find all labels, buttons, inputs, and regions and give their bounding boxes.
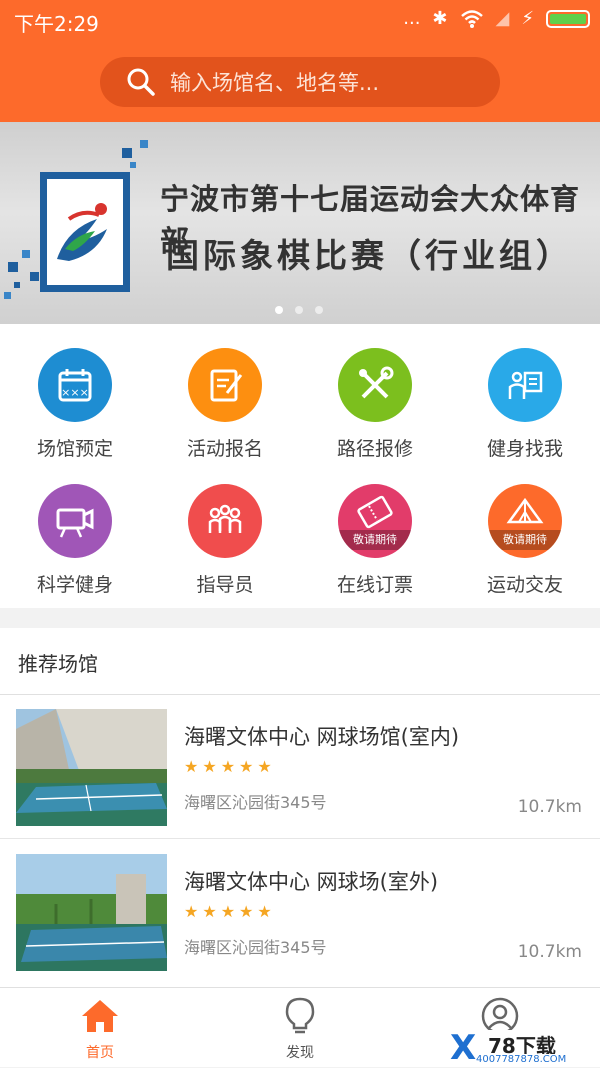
venue-card[interactable]: 海曙文体中心 网球场馆(室内) ★ ★ ★ ★ ★ 海曙区沁园街345号 10.… [0,695,600,839]
venue-thumbnail [16,709,167,826]
venue-distance: 10.7km [517,797,582,817]
tools-icon [338,348,412,422]
grid-item-fitness-finder[interactable]: 健身找我 [450,348,600,461]
carousel-dot-1[interactable] [275,306,283,314]
banner-carousel[interactable]: 宁波市第十七届运动会大众体育部 国际象棋比赛（行业组） [0,122,600,324]
carousel-dot-3[interactable] [315,306,323,314]
tab-discover[interactable]: 发现 [200,988,400,1068]
search-icon [127,68,155,96]
recommended-venues-section: 推荐场馆 海曙文体中心 网球场馆(室内) ★ ★ ★ ★ ★ 海曙区沁园街345… [0,628,600,988]
watermark-url: 4007787878.COM [476,1054,567,1065]
venue-address: 海曙区沁园街345号 [184,793,327,812]
star-icon: ★ [202,902,217,921]
coach-card-icon [488,348,562,422]
people-icon [188,484,262,558]
bluetooth-icon: ✱ [432,8,448,29]
status-time: 下午2:29 [14,12,99,36]
search-placeholder: 输入场馆名、地名等... [170,71,380,95]
tent-icon: 敬请期待 [488,484,562,558]
star-icon: ★ [239,757,254,776]
grid-item-venue-booking[interactable]: ××× 场馆预定 [0,348,150,461]
venue-name: 海曙文体中心 网球场馆(室内) [184,725,460,749]
ticket-icon: 敬请期待 [338,484,412,558]
status-icons: ... ✱ ◢ ⚡ [403,8,590,29]
star-icon: ★ [202,757,217,776]
tab-label: 首页 [86,1045,114,1061]
grid-label: 在线订票 [336,574,413,596]
grid-label: 健身找我 [486,438,563,460]
home-icon [82,1000,118,1032]
divider [0,838,600,839]
grid-label: 场馆预定 [36,438,113,460]
grid-item-sports-friends[interactable]: 敬请期待 运动交友 [450,484,600,597]
star-icon: ★ [257,757,272,776]
tab-label: 发现 [286,1045,314,1061]
venue-address: 海曙区沁园街345号 [184,938,327,957]
video-camera-icon [38,484,112,558]
charging-icon: ⚡ [521,8,534,29]
function-grid: ××× 场馆预定 活动报名 路径报修 健身找我 科学健身 指导员 敬请期待 在线… [0,324,600,608]
signal-icon: ◢ [495,8,510,29]
banner-title-line2: 国际象棋比赛（行业组） [166,236,573,275]
carousel-indicator [275,306,323,314]
grid-item-science-fitness[interactable]: 科学健身 [0,484,150,597]
grid-item-path-repair[interactable]: 路径报修 [300,348,450,461]
venue-distance: 10.7km [517,942,582,962]
more-dots-icon: ... [403,8,421,29]
rating-stars: ★ ★ ★ ★ ★ [184,759,272,775]
grid-label: 指导员 [196,574,254,596]
section-title: 推荐场馆 [18,652,98,676]
star-icon: ★ [239,902,254,921]
venue-name: 海曙文体中心 网球场(室外) [184,870,439,894]
grid-item-instructor[interactable]: 指导员 [150,484,300,597]
games-logo [40,172,130,292]
star-icon: ★ [220,757,236,776]
star-icon: ★ [220,902,236,921]
battery-icon [546,9,590,28]
coming-soon-ribbon: 敬请期待 [488,530,562,550]
grid-item-online-ticket[interactable]: 敬请期待 在线订票 [300,484,450,597]
lightbulb-icon [285,997,315,1034]
venue-thumbnail [16,854,167,971]
star-icon: ★ [184,902,199,921]
status-bar: 下午2:29 ... ✱ ◢ ⚡ [0,0,600,40]
grid-label: 活动报名 [186,438,263,460]
grid-label: 运动交友 [486,574,563,596]
tab-home[interactable]: 首页 [0,988,200,1068]
wifi-icon [460,9,483,28]
rating-stars: ★ ★ ★ ★ ★ [184,904,272,920]
watermark-mark: X [450,1028,477,1068]
star-icon: ★ [257,902,272,921]
watermark: X 78下载 4007787878.COM [448,1028,600,1068]
calendar-icon: ××× [38,348,112,422]
header: 下午2:29 ... ✱ ◢ ⚡ 输入场馆名、地名等... [0,0,600,122]
grid-label: 科学健身 [36,574,113,596]
star-icon: ★ [184,757,199,776]
svg-text:×××: ××× [61,386,89,399]
search-bar[interactable]: 输入场馆名、地名等... [100,57,500,107]
edit-note-icon [188,348,262,422]
coming-soon-ribbon: 敬请期待 [338,530,412,550]
venue-card[interactable]: 海曙文体中心 网球场(室外) ★ ★ ★ ★ ★ 海曙区沁园街345号 10.7… [0,840,600,984]
carousel-dot-2[interactable] [295,306,303,314]
grid-label: 路径报修 [336,438,413,460]
grid-item-event-signup[interactable]: 活动报名 [150,348,300,461]
